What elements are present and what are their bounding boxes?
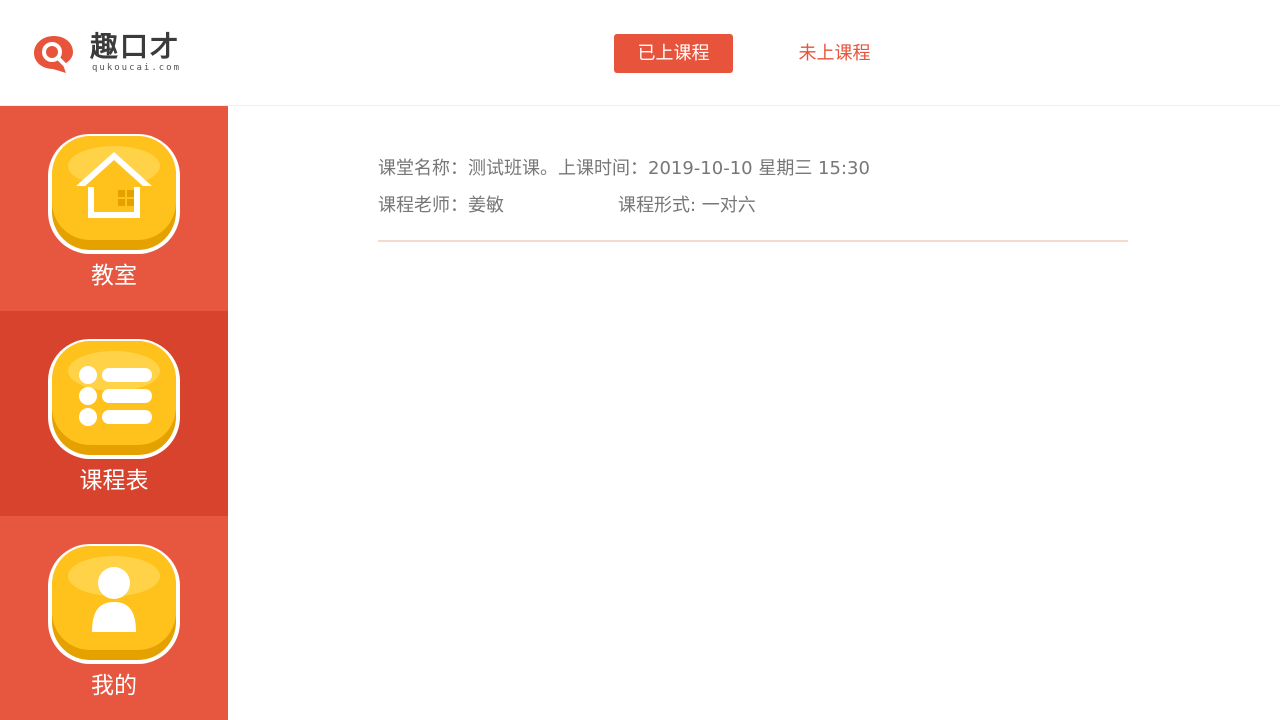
sidebar-item-label: 我的 xyxy=(91,673,137,699)
logo-domain: qukoucai.com xyxy=(92,63,182,73)
tab-upcoming-courses[interactable]: 未上课程 xyxy=(775,34,894,73)
course-teacher: 课程老师：姜敏 xyxy=(378,195,504,216)
sidebar-item-schedule[interactable]: 课程表 xyxy=(0,311,228,516)
list-icon xyxy=(48,339,180,459)
logo[interactable]: 趣口才 qukoucai.com xyxy=(30,30,210,76)
main-content: 课堂名称：测试班课。上课时间：2019-10-10 星期三 15:30 课程老师… xyxy=(228,106,1280,720)
course-card[interactable]: 课堂名称：测试班课。上课时间：2019-10-10 星期三 15:30 课程老师… xyxy=(378,154,1128,242)
top-header: 趣口才 qukoucai.com 已上课程 未上课程 xyxy=(0,0,1280,106)
sidebar-item-label: 课程表 xyxy=(79,468,149,494)
course-format: 课程形式: 一对六 xyxy=(618,195,756,216)
sidebar-item-label: 教室 xyxy=(91,263,137,289)
sidebar-item-classroom[interactable]: 教室 xyxy=(0,106,228,311)
house-icon xyxy=(48,134,180,254)
sidebar: 教室 课程表 我的 xyxy=(0,106,228,720)
logo-name: 趣口才 xyxy=(90,30,181,63)
course-title-time: 课堂名称：测试班课。上课时间：2019-10-10 星期三 15:30 xyxy=(378,158,870,179)
tab-attended-courses[interactable]: 已上课程 xyxy=(614,34,733,73)
speech-bubble-search-icon xyxy=(34,36,73,73)
sidebar-item-mine[interactable]: 我的 xyxy=(0,516,228,720)
user-icon xyxy=(48,544,180,664)
